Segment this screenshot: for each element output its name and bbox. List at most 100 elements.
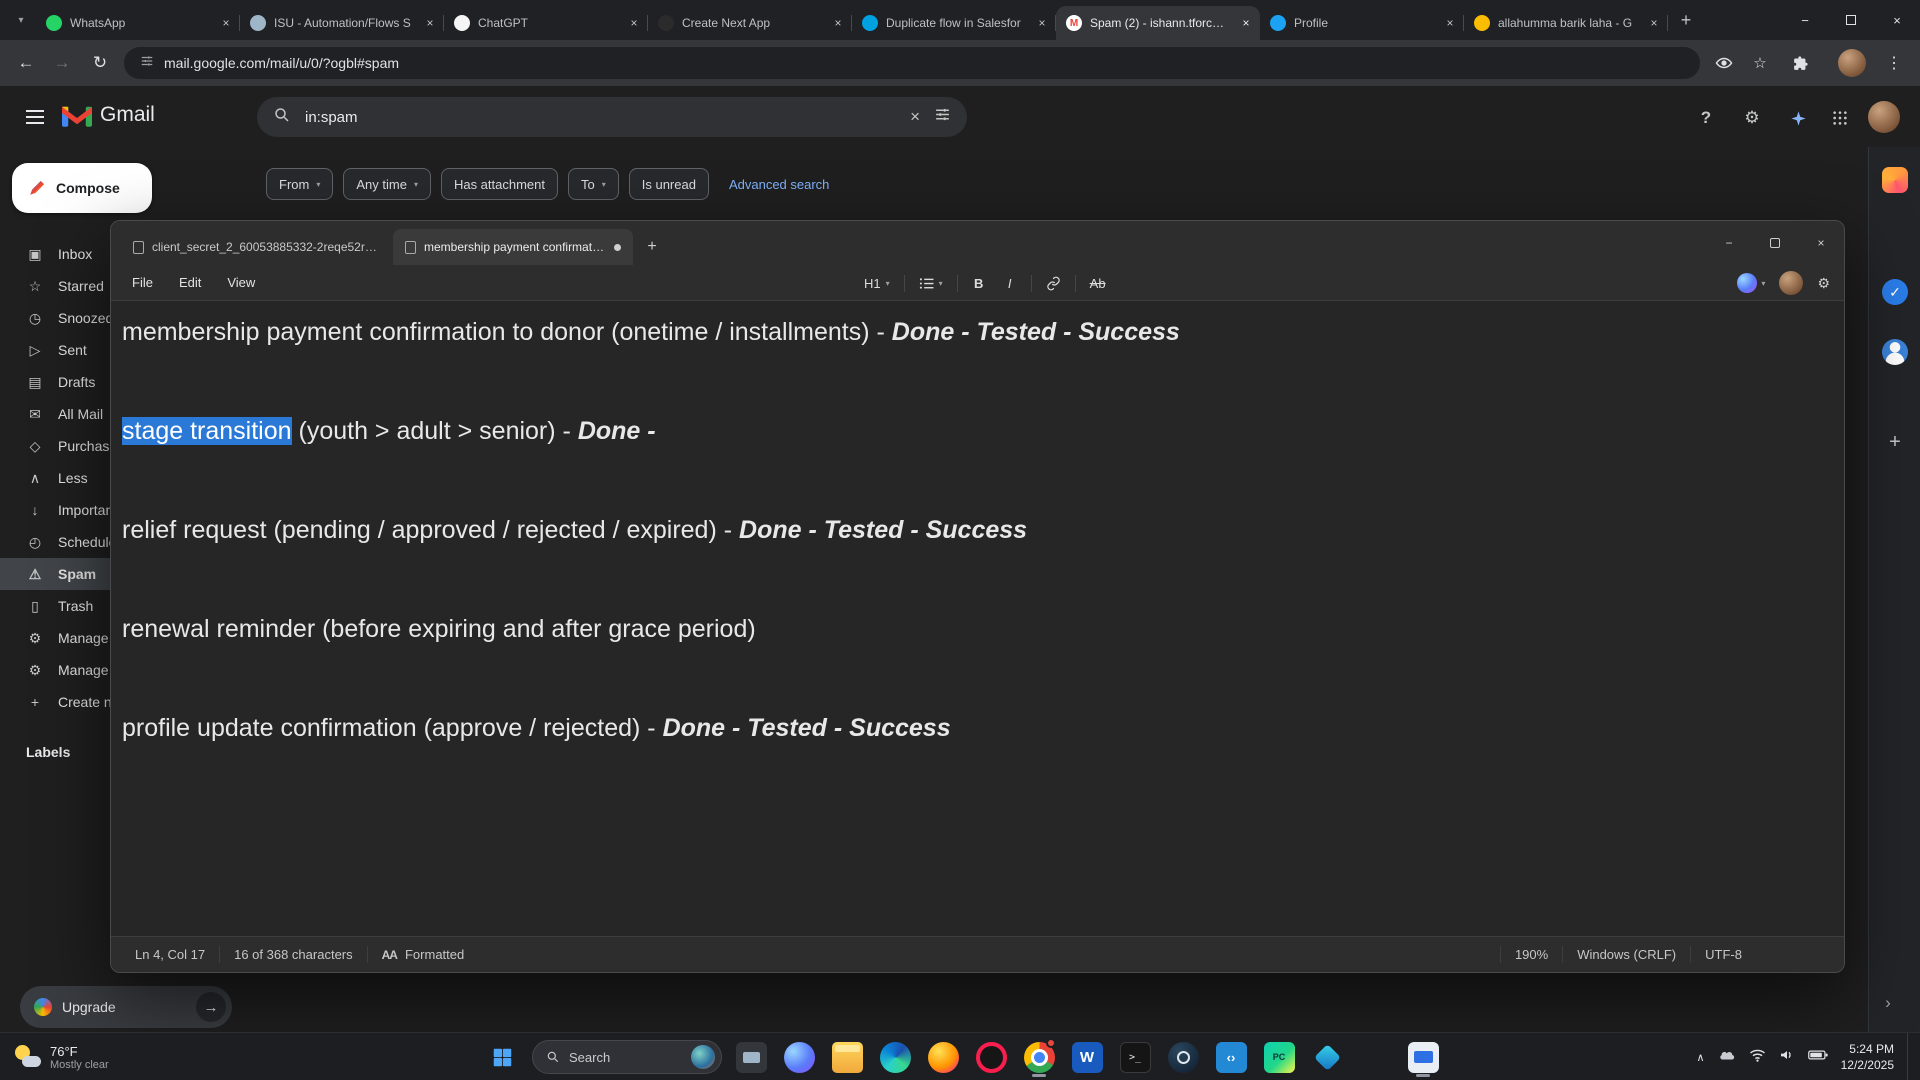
- new-tab-button[interactable]: +: [1672, 6, 1700, 34]
- search-query[interactable]: in:spam: [305, 109, 896, 126]
- taskbar-app-file-explorer[interactable]: [828, 1035, 866, 1079]
- taskbar-app-copilot[interactable]: [780, 1035, 818, 1079]
- filter-chip-to[interactable]: To ▾: [568, 168, 619, 200]
- back-button[interactable]: ←: [10, 47, 42, 79]
- tab-close-icon[interactable]: ×: [422, 15, 438, 31]
- hamburger-menu-icon[interactable]: [26, 116, 44, 118]
- window-close-button[interactable]: ×: [1874, 0, 1920, 40]
- add-app-icon[interactable]: +: [1882, 429, 1908, 455]
- text-line-2[interactable]: stage transition (youth > adult > senior…: [122, 406, 1180, 456]
- filter-chip-is-unread[interactable]: Is unread: [628, 168, 709, 200]
- wifi-icon[interactable]: [1749, 1048, 1766, 1067]
- tab-close-icon[interactable]: ×: [1238, 15, 1254, 31]
- browser-menu-icon[interactable]: ⋮: [1878, 47, 1910, 79]
- notepad-close-button[interactable]: ×: [1798, 221, 1844, 265]
- filter-chip-has-attachment[interactable]: Has attachment: [440, 168, 558, 200]
- tab-close-icon[interactable]: ×: [1646, 15, 1662, 31]
- taskbar-app-firefox[interactable]: [924, 1035, 962, 1079]
- tab-close-icon[interactable]: ×: [626, 15, 642, 31]
- advanced-search-link[interactable]: Advanced search: [729, 177, 829, 192]
- settings-gear-icon[interactable]: ⚙: [1738, 104, 1766, 132]
- bold-button[interactable]: B: [965, 270, 993, 296]
- list-button[interactable]: ▾: [912, 270, 950, 296]
- text-line-4[interactable]: renewal reminder (before expiring and af…: [122, 604, 1180, 654]
- volume-icon[interactable]: [1779, 1048, 1795, 1067]
- menu-view[interactable]: View: [214, 269, 268, 296]
- browser-tab-2[interactable]: ISU - Automation/Flows S ×: [240, 6, 444, 40]
- apps-grid-icon[interactable]: [1826, 104, 1854, 132]
- formatted-indicator[interactable]: AA Formatted: [368, 947, 479, 962]
- gmail-search-bar[interactable]: in:spam ×: [257, 97, 967, 137]
- battery-icon[interactable]: [1807, 1048, 1828, 1066]
- notepad-settings-icon[interactable]: ⚙: [1817, 275, 1830, 292]
- notepad-editor[interactable]: membership payment confirmation to donor…: [111, 301, 1844, 936]
- weather-widget[interactable]: 76°F Mostly clear: [0, 1033, 123, 1080]
- notepad-profile-avatar[interactable]: [1779, 271, 1804, 295]
- clear-search-icon[interactable]: ×: [910, 107, 920, 127]
- browser-profile-avatar[interactable]: [1838, 49, 1866, 77]
- browser-tab-8[interactable]: allahumma barik laha - G ×: [1464, 6, 1668, 40]
- onedrive-cloud-icon[interactable]: [1718, 1048, 1736, 1066]
- taskbar-app-monitor[interactable]: [1404, 1035, 1442, 1079]
- clock[interactable]: 5:24 PM 12/2/2025: [1841, 1041, 1894, 1073]
- address-bar[interactable]: mail.google.com/mail/u/0/?ogbl#spam: [124, 47, 1700, 79]
- filter-chip-from[interactable]: From ▾: [266, 168, 334, 200]
- window-minimize-button[interactable]: −: [1782, 0, 1828, 40]
- taskbar-app-edge[interactable]: [876, 1035, 914, 1079]
- text-line-1[interactable]: membership payment confirmation to donor…: [122, 307, 1180, 357]
- search-filters-icon[interactable]: [934, 106, 951, 128]
- eye-icon[interactable]: [1708, 47, 1740, 79]
- taskbar-app-word[interactable]: W: [1068, 1035, 1106, 1079]
- taskbar-app-diamond-app[interactable]: [1308, 1035, 1346, 1079]
- taskbar-app-device[interactable]: [732, 1035, 770, 1079]
- gemini-sparkle-icon[interactable]: [1784, 104, 1812, 132]
- browser-tab-4[interactable]: Create Next App ×: [648, 6, 852, 40]
- copilot-button[interactable]: ▾: [1737, 273, 1765, 293]
- notepad-maximize-button[interactable]: [1752, 221, 1798, 265]
- heading-style-button[interactable]: H1 ▾: [857, 270, 897, 296]
- gmail-profile-avatar[interactable]: [1868, 101, 1900, 133]
- link-button[interactable]: [1039, 270, 1068, 296]
- search-icon[interactable]: [273, 106, 291, 129]
- notepad-new-tab-button[interactable]: +: [637, 232, 667, 262]
- taskbar-app-pycharm[interactable]: PC: [1260, 1035, 1298, 1079]
- notepad-tab-1[interactable]: client_secret_2_60053885332-2reqe52rribe: [121, 229, 389, 265]
- taskbar-app-terminal[interactable]: >_: [1116, 1035, 1154, 1079]
- notepad-tab-2[interactable]: membership payment confirmation: [393, 229, 633, 265]
- clear-format-button[interactable]: Ab: [1083, 270, 1113, 296]
- filter-chip-any-time[interactable]: Any time ▾: [343, 168, 431, 200]
- tab-close-icon[interactable]: ×: [1034, 15, 1050, 31]
- expand-panel-icon[interactable]: ›: [1875, 990, 1901, 1016]
- text-line-3[interactable]: relief request (pending / approved / rej…: [122, 505, 1180, 555]
- taskbar-app-steam[interactable]: [1164, 1035, 1202, 1079]
- reload-button[interactable]: ↻: [84, 47, 116, 79]
- menu-edit[interactable]: Edit: [166, 269, 214, 296]
- menu-file[interactable]: File: [119, 269, 166, 296]
- encoding[interactable]: UTF-8: [1691, 947, 1756, 962]
- browser-tab-1[interactable]: WhatsApp ×: [36, 6, 240, 40]
- compose-button[interactable]: Compose: [12, 163, 152, 213]
- tab-close-icon[interactable]: ×: [1442, 15, 1458, 31]
- extensions-puzzle-icon[interactable]: [1784, 47, 1816, 79]
- browser-tab-7[interactable]: Profile ×: [1260, 6, 1464, 40]
- tab-search-icon[interactable]: ▾: [8, 7, 34, 33]
- help-icon[interactable]: ?: [1692, 104, 1720, 132]
- taskbar-app-notepad[interactable]: [1356, 1035, 1394, 1079]
- taskbar-search[interactable]: Search: [532, 1040, 722, 1074]
- window-maximize-button[interactable]: [1828, 0, 1874, 40]
- bookmark-star-icon[interactable]: ☆: [1744, 47, 1776, 79]
- arrow-right-icon[interactable]: →: [196, 992, 226, 1022]
- browser-tab-6[interactable]: M Spam (2) - ishann.tforce@ ×: [1056, 6, 1260, 40]
- taskbar-app-vscode[interactable]: ‹›: [1212, 1035, 1250, 1079]
- taskbar-app-opera[interactable]: [972, 1035, 1010, 1079]
- shopping-app-icon[interactable]: [1882, 167, 1908, 193]
- site-info-icon[interactable]: [140, 54, 154, 73]
- tab-close-icon[interactable]: ×: [218, 15, 234, 31]
- tab-close-icon[interactable]: ×: [830, 15, 846, 31]
- browser-tab-3[interactable]: ChatGPT ×: [444, 6, 648, 40]
- people-app-icon[interactable]: [1882, 339, 1908, 365]
- upgrade-button[interactable]: Upgrade →: [20, 986, 232, 1028]
- italic-button[interactable]: I: [996, 270, 1024, 296]
- search-highlight-thumbnail[interactable]: [691, 1045, 715, 1069]
- line-ending[interactable]: Windows (CRLF): [1563, 947, 1690, 962]
